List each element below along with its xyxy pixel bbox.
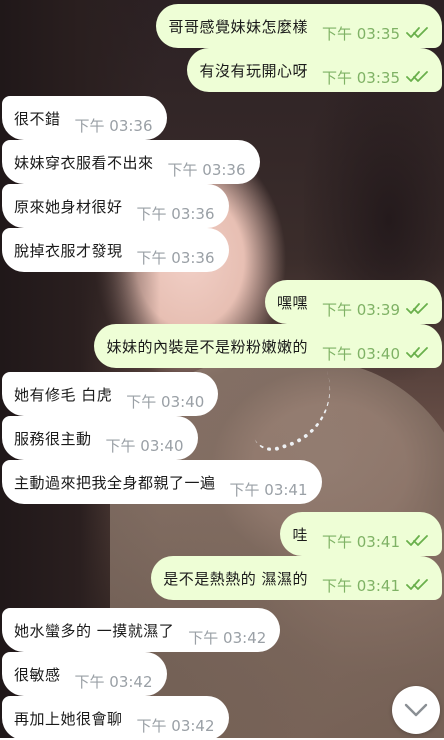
message-time: 下午 03:40	[322, 344, 400, 363]
message-time: 下午 03:39	[322, 300, 400, 319]
double-check-icon	[406, 303, 428, 314]
message-time: 下午 03:36	[167, 160, 246, 179]
message-meta: 下午 03:41	[322, 561, 428, 596]
message-time: 下午 03:40	[105, 436, 184, 455]
incoming-message-bubble[interactable]: 再加上她很會聊 下午 03:42	[2, 696, 229, 740]
message-meta: 下午 03:42	[188, 613, 266, 648]
message-time: 下午 03:41	[322, 576, 400, 595]
message-meta: 下午 03:39	[322, 285, 428, 320]
message-text: 很敏感	[14, 665, 61, 684]
message-text: 服務很主動	[14, 429, 92, 448]
message-meta: 下午 03:35	[322, 53, 428, 88]
message-text: 妹妹穿衣服看不出來	[14, 153, 154, 172]
message-meta: 下午 03:36	[168, 145, 246, 180]
message-time: 下午 03:41	[322, 532, 400, 551]
outgoing-message-bubble[interactable]: 有沒有玩開心呀 下午 03:35	[187, 48, 442, 92]
double-check-icon	[406, 579, 428, 590]
outgoing-message-bubble[interactable]: 哇下午 03:41	[280, 512, 442, 556]
message-meta: 下午 03:36	[137, 233, 215, 268]
message-meta: 下午 03:40	[126, 377, 204, 412]
message-text: 主動過來把我全身都親了一遍	[14, 473, 216, 492]
message-text: 是不是熱熱的 濕濕的	[163, 569, 308, 588]
incoming-message-bubble[interactable]: 很不錯 下午 03:36	[2, 96, 167, 140]
message-meta: 下午 03:42	[75, 657, 153, 692]
message-meta: 下午 03:41	[322, 517, 428, 552]
message-time: 下午 03:36	[74, 116, 153, 135]
outgoing-message-bubble[interactable]: 哥哥感覺妹妹怎麼樣 下午 03:35	[156, 4, 442, 48]
outgoing-message-bubble[interactable]: 嘿嘿 下午 03:39	[264, 280, 442, 324]
message-text: 哥哥感覺妹妹怎麼樣	[168, 17, 308, 36]
message-text: 再加上她很會聊	[14, 709, 123, 728]
incoming-message-bubble[interactable]: 脫掉衣服才發現 下午 03:36	[2, 228, 229, 272]
message-text: 妹妹的內裝是不是粉粉嫩嫩的	[106, 337, 308, 356]
message-meta: 下午 03:36	[137, 189, 215, 224]
message-time: 下午 03:36	[136, 248, 215, 267]
incoming-message-bubble[interactable]: 主動過來把我全身都親了一遍 下午 03:41	[2, 460, 322, 504]
message-text: 有沒有玩開心呀	[199, 61, 308, 80]
incoming-message-bubble[interactable]: 妹妹穿衣服看不出來 下午 03:36	[2, 140, 260, 184]
outgoing-message-bubble[interactable]: 妹妹的內裝是不是粉粉嫩嫩的 下午 03:40	[94, 324, 442, 368]
double-check-icon	[406, 347, 428, 358]
message-meta: 下午 03:35	[322, 9, 428, 44]
message-time: 下午 03:42	[74, 672, 153, 691]
chevron-down-icon	[404, 703, 428, 717]
incoming-message-bubble[interactable]: 服務很主動 下午 03:40	[2, 416, 198, 460]
message-time: 下午 03:42	[136, 716, 215, 735]
message-time: 下午 03:35	[322, 68, 400, 87]
message-text: 原來她身材很好	[14, 197, 123, 216]
scroll-to-bottom-button[interactable]	[392, 686, 440, 734]
message-time: 下午 03:36	[136, 204, 215, 223]
message-meta: 下午 03:36	[75, 101, 153, 136]
double-check-icon	[406, 27, 428, 38]
message-text: 很不錯	[14, 109, 61, 128]
outgoing-message-bubble[interactable]: 是不是熱熱的 濕濕的 下午 03:41	[151, 556, 442, 600]
incoming-message-bubble[interactable]: 原來她身材很好 下午 03:36	[2, 184, 229, 228]
message-text: 嘿嘿	[276, 293, 308, 312]
double-check-icon	[406, 71, 428, 82]
message-meta: 下午 03:40	[322, 329, 428, 364]
incoming-message-bubble[interactable]: 她水蠻多的 一摸就濕了 下午 03:42	[2, 608, 281, 652]
message-time: 下午 03:41	[229, 480, 308, 499]
message-meta: 下午 03:42	[137, 701, 215, 736]
message-text: 她水蠻多的 一摸就濕了	[14, 621, 175, 640]
message-time: 下午 03:42	[188, 628, 267, 647]
message-meta: 下午 03:40	[106, 421, 184, 456]
message-text: 哇	[292, 525, 308, 544]
message-text: 她有修毛 白虎	[14, 385, 113, 404]
message-time: 下午 03:35	[322, 24, 400, 43]
message-meta: 下午 03:41	[230, 465, 308, 500]
incoming-message-bubble[interactable]: 很敏感 下午 03:42	[2, 652, 167, 696]
message-text: 脫掉衣服才發現	[14, 241, 123, 260]
double-check-icon	[406, 535, 428, 546]
message-time: 下午 03:40	[126, 392, 205, 411]
incoming-message-bubble[interactable]: 她有修毛 白虎 下午 03:40	[2, 372, 219, 416]
